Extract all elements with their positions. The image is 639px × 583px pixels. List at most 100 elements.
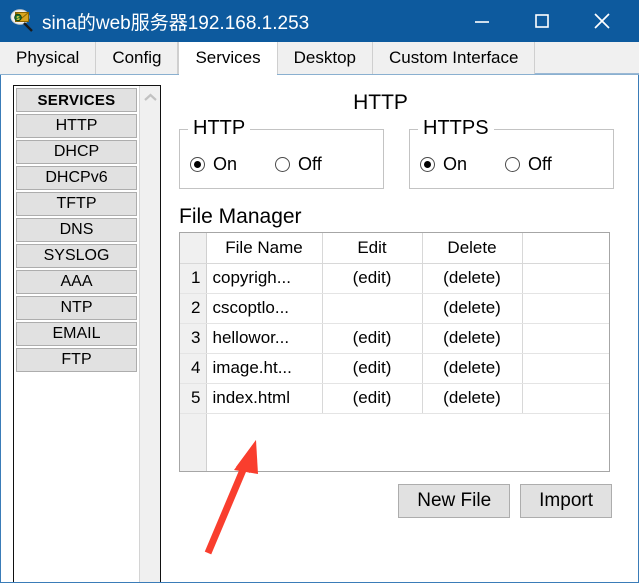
window-controls (459, 0, 639, 42)
device-config-window: S sina的web服务器192.168.1.253 Physical Conf… (0, 0, 639, 583)
services-sidebar: SERVICES HTTP DHCP DHCPv6 TFTP DNS SYSLO… (13, 85, 161, 582)
table-row[interactable]: 5 index.html (edit) (delete) (180, 383, 609, 414)
window-title: sina的web服务器192.168.1.253 (42, 12, 310, 34)
row-number: 3 (180, 323, 207, 354)
tab-desktop[interactable]: Desktop (277, 42, 374, 74)
https-on-radio[interactable]: On (420, 154, 467, 175)
sidebar-item-ntp[interactable]: NTP (16, 296, 137, 320)
table-header-row: File Name Edit Delete (180, 233, 609, 264)
http-off-label: Off (298, 154, 322, 174)
row-number-empty (180, 413, 207, 471)
tab-bar-filler (535, 42, 639, 74)
tab-physical[interactable]: Physical (0, 42, 97, 74)
sidebar-item-syslog[interactable]: SYSLOG (16, 244, 137, 268)
cell-spacer (522, 323, 609, 354)
cell-delete-link[interactable]: (delete) (422, 353, 523, 384)
row-number: 4 (180, 353, 207, 384)
table-row[interactable]: 1 copyrigh... (edit) (delete) (180, 263, 609, 294)
sidebar-item-tftp[interactable]: TFTP (16, 192, 137, 216)
cell-edit-link[interactable]: (edit) (322, 383, 423, 414)
file-manager-title: File Manager (179, 205, 302, 228)
http-group-label: HTTP (188, 117, 251, 140)
row-number: 2 (180, 293, 207, 324)
column-header-file-name: File Name (206, 233, 323, 264)
cell-edit-link[interactable] (322, 293, 423, 324)
cell-delete-link[interactable]: (delete) (422, 383, 523, 414)
column-header-spacer (522, 233, 609, 264)
cell-empty (522, 413, 609, 471)
file-manager-actions: New File Import (171, 484, 612, 518)
cell-empty (322, 413, 422, 471)
https-off-radio[interactable]: Off (505, 154, 552, 175)
cell-edit-link[interactable]: (edit) (322, 353, 423, 384)
sidebar-scrollbar[interactable] (139, 86, 161, 582)
chevron-up-icon[interactable] (140, 86, 161, 108)
https-on-label: On (443, 154, 468, 174)
window-content: SERVICES HTTP DHCP DHCPv6 TFTP DNS SYSLO… (0, 75, 639, 583)
cell-file-name[interactable]: copyrigh... (206, 263, 323, 294)
cell-spacer (522, 263, 609, 294)
https-group: HTTPS On Off (409, 117, 614, 189)
https-radio-row: On Off (420, 154, 613, 175)
radio-unselected-icon (505, 157, 521, 172)
close-icon[interactable] (579, 0, 625, 42)
sidebar-item-aaa[interactable]: AAA (16, 270, 137, 294)
tab-services[interactable]: Services (178, 42, 278, 75)
sidebar-item-email[interactable]: EMAIL (16, 322, 137, 346)
import-button[interactable]: Import (520, 484, 612, 518)
sidebar-item-http[interactable]: HTTP (16, 114, 137, 138)
http-on-label: On (213, 154, 238, 174)
cell-edit-link[interactable]: (edit) (322, 323, 423, 354)
cell-edit-link[interactable]: (edit) (322, 263, 423, 294)
http-radio-row: On Off (190, 154, 383, 175)
column-header-edit: Edit (322, 233, 423, 264)
sidebar-item-dhcpv6[interactable]: DHCPv6 (16, 166, 137, 190)
column-header-delete: Delete (422, 233, 523, 264)
cell-file-name[interactable]: cscoptlo... (206, 293, 323, 324)
https-off-label: Off (528, 154, 552, 174)
http-off-radio[interactable]: Off (275, 154, 322, 175)
row-number: 1 (180, 263, 207, 294)
table-row[interactable]: 4 image.ht... (edit) (delete) (180, 353, 609, 384)
http-on-radio[interactable]: On (190, 154, 237, 175)
page-title: HTTP (353, 91, 408, 114)
tab-custom-interface[interactable]: Custom Interface (373, 42, 536, 74)
file-manager-table-container: File Name Edit Delete 1 copyrigh... (edi… (179, 232, 610, 472)
row-number: 5 (180, 383, 207, 414)
new-file-button[interactable]: New File (398, 484, 511, 518)
cell-delete-link[interactable]: (delete) (422, 293, 523, 324)
table-row[interactable]: 2 cscoptlo... (delete) (180, 293, 609, 324)
tab-config[interactable]: Config (96, 42, 179, 74)
cell-file-name[interactable]: hellowor... (206, 323, 323, 354)
services-list: SERVICES HTTP DHCP DHCPv6 TFTP DNS SYSLO… (14, 86, 139, 582)
tab-bar: Physical Config Services Desktop Custom … (0, 42, 639, 75)
protocol-toggles: HTTP On Off HTTPS On Off (179, 117, 630, 189)
radio-selected-icon (190, 157, 205, 172)
cell-file-name[interactable]: image.ht... (206, 353, 323, 384)
cell-delete-link[interactable]: (delete) (422, 323, 523, 354)
sidebar-header-services: SERVICES (16, 88, 137, 112)
radio-selected-icon (420, 157, 435, 172)
maximize-icon[interactable] (519, 0, 565, 42)
title-bar: S sina的web服务器192.168.1.253 (0, 0, 639, 42)
packet-tracer-icon: S (10, 8, 36, 34)
sidebar-item-ftp[interactable]: FTP (16, 348, 137, 372)
table-empty-area (180, 413, 609, 471)
cell-spacer (522, 353, 609, 384)
sidebar-item-dhcp[interactable]: DHCP (16, 140, 137, 164)
cell-spacer (522, 293, 609, 324)
cell-empty (206, 413, 322, 471)
minimize-icon[interactable] (459, 0, 505, 42)
sidebar-item-dns[interactable]: DNS (16, 218, 137, 242)
cell-spacer (522, 383, 609, 414)
cell-empty (422, 413, 522, 471)
table-row[interactable]: 3 hellowor... (edit) (delete) (180, 323, 609, 354)
http-group: HTTP On Off (179, 117, 384, 189)
cell-delete-link[interactable]: (delete) (422, 263, 523, 294)
https-group-label: HTTPS (418, 117, 494, 140)
radio-unselected-icon (275, 157, 291, 172)
cell-file-name[interactable]: index.html (206, 383, 323, 414)
file-manager-table: File Name Edit Delete 1 copyrigh... (edi… (180, 233, 609, 471)
http-settings-pane: HTTP HTTP On Off HTTPS On Off File Manag… (171, 85, 630, 574)
column-header-rownum (180, 233, 207, 264)
